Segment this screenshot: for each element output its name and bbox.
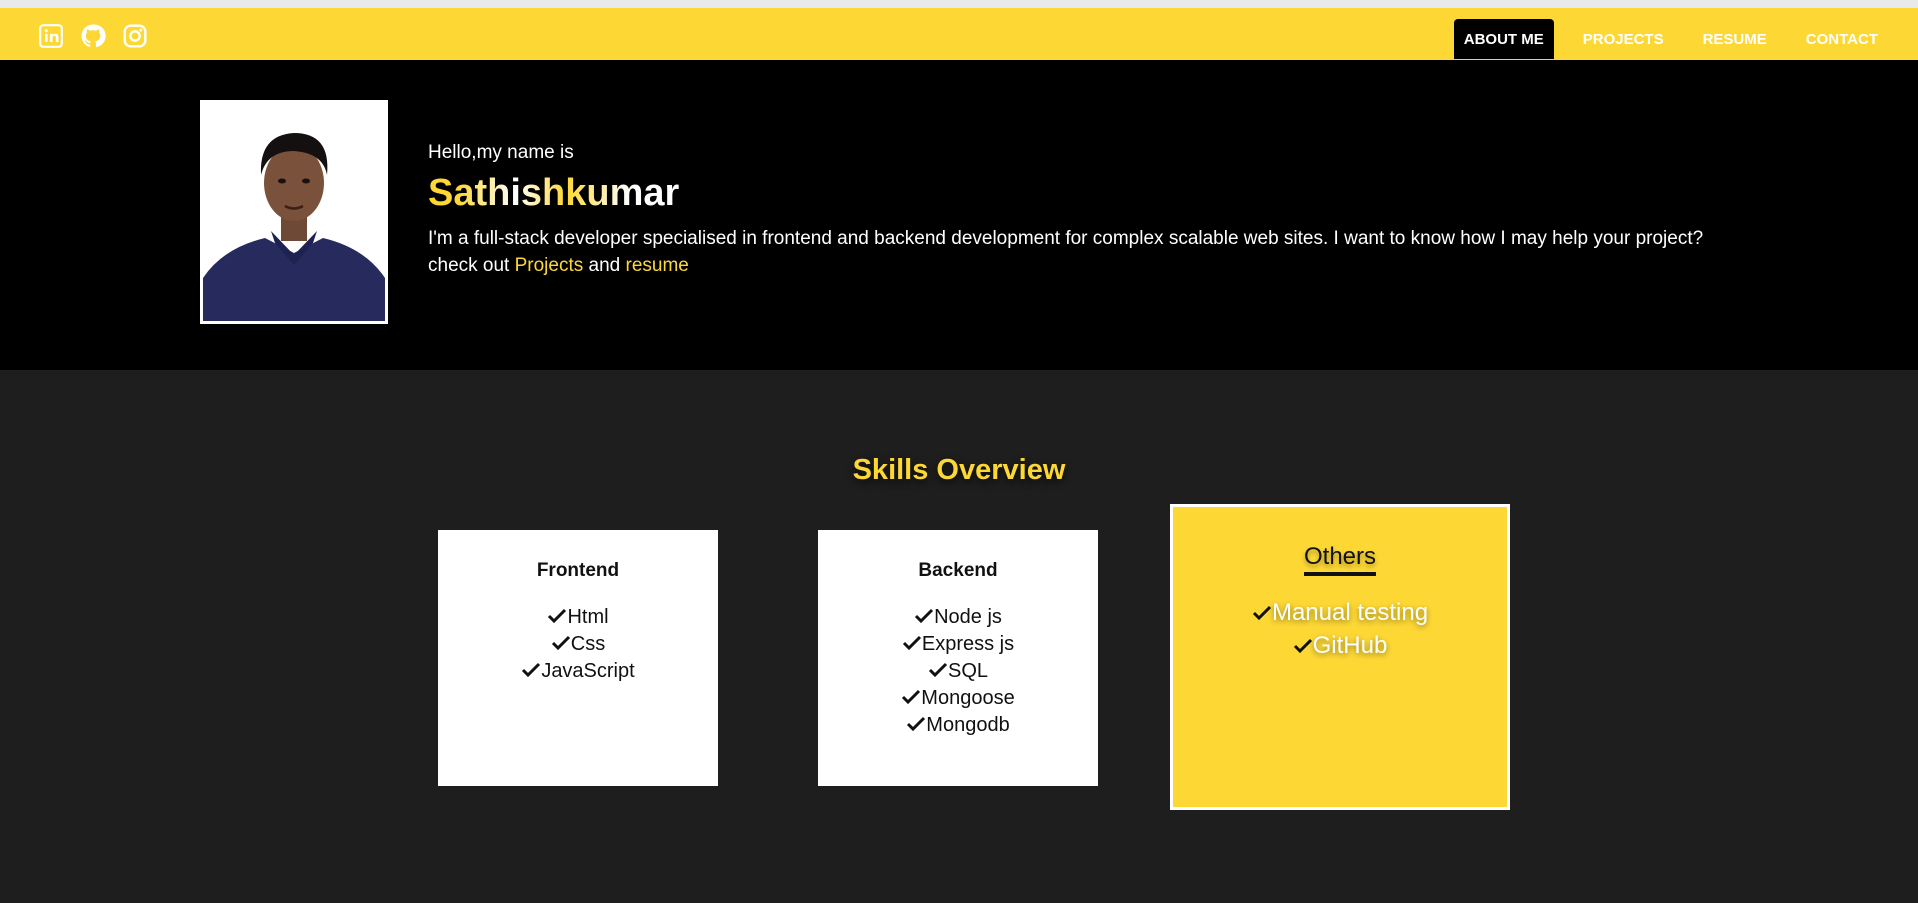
nav-contact[interactable]: CONTACT — [1796, 19, 1888, 59]
projects-link[interactable]: Projects — [515, 255, 584, 276]
resume-link[interactable]: resume — [626, 255, 689, 276]
frontend-card: Frontend Html Css JavaScript — [438, 530, 718, 786]
frontend-title: Frontend — [536, 560, 620, 581]
backend-card: Backend Node js Express js SQL Mongoose Mong… — [818, 530, 1098, 786]
github-link[interactable] — [80, 23, 106, 49]
skill-label: Express js — [921, 633, 1015, 655]
skill-label: Mongodb — [926, 714, 1010, 736]
hero-section: Hello,my name is Sathishkumar I'm a full… — [0, 60, 1918, 370]
nav-about-me[interactable]: ABOUT ME — [1453, 19, 1554, 59]
skill-label: GitHub — [1312, 632, 1388, 659]
hero-text: Hello,my name is Sathishkumar I'm a full… — [428, 142, 1708, 279]
name-heading: Sathishkumar — [428, 172, 680, 214]
skill-label: SQL — [947, 660, 989, 682]
greeting: Hello,my name is — [428, 142, 574, 163]
check-icon — [915, 608, 934, 624]
frontend-list: Html Css JavaScript — [438, 604, 718, 685]
nav-projects[interactable]: PROJECTS — [1573, 19, 1674, 59]
browser-top-edge — [0, 0, 1918, 8]
check-icon — [907, 716, 926, 732]
navbar: ABOUT ME PROJECTS RESUME CONTACT — [0, 8, 1918, 60]
others-list: Manual testing GitHub — [1173, 596, 1507, 662]
check-icon — [902, 635, 921, 651]
others-card: Others Manual testing GitHub — [1170, 504, 1510, 810]
skill-label: JavaScript — [541, 660, 635, 682]
backend-list: Node js Express js SQL Mongoose Mongodb — [818, 604, 1098, 739]
skill-item: Mongoose — [818, 685, 1098, 712]
linkedin-link[interactable] — [38, 23, 64, 49]
github-icon — [81, 24, 106, 48]
linkedin-icon — [39, 24, 63, 48]
main-nav: ABOUT ME PROJECTS RESUME CONTACT — [1435, 19, 1888, 59]
instagram-link[interactable] — [122, 23, 148, 49]
check-icon — [551, 635, 570, 651]
social-links — [38, 23, 148, 49]
instagram-icon — [123, 24, 147, 48]
skill-item: Html — [438, 604, 718, 631]
skill-item: JavaScript — [438, 658, 718, 685]
profile-photo-image — [203, 103, 385, 321]
skill-label: Html — [567, 606, 609, 628]
skills-title: Skills Overview — [852, 454, 1066, 487]
profile-photo — [200, 100, 388, 324]
skill-item: Css — [438, 631, 718, 658]
skill-label: Node js — [934, 606, 1002, 628]
skill-item: GitHub — [1173, 629, 1507, 662]
skill-label: Css — [570, 633, 606, 655]
bio-and: and — [583, 255, 626, 276]
check-icon — [548, 608, 567, 624]
skill-item: Mongodb — [818, 712, 1098, 739]
skill-item: Node js — [818, 604, 1098, 631]
skill-item: SQL — [818, 658, 1098, 685]
others-title: Others — [1303, 543, 1377, 576]
check-icon — [928, 662, 948, 678]
nav-resume[interactable]: RESUME — [1693, 19, 1777, 59]
check-icon — [522, 662, 541, 678]
skill-item: Manual testing — [1173, 596, 1507, 629]
check-icon — [902, 689, 921, 705]
backend-title: Backend — [918, 560, 998, 581]
skill-label: Mongoose — [921, 687, 1015, 709]
bio: I'm a full-stack developer specialised i… — [428, 225, 1708, 279]
skill-item: Express js — [818, 631, 1098, 658]
skill-label: Manual testing — [1271, 599, 1429, 626]
check-icon — [1252, 605, 1272, 621]
check-icon — [1293, 638, 1312, 654]
